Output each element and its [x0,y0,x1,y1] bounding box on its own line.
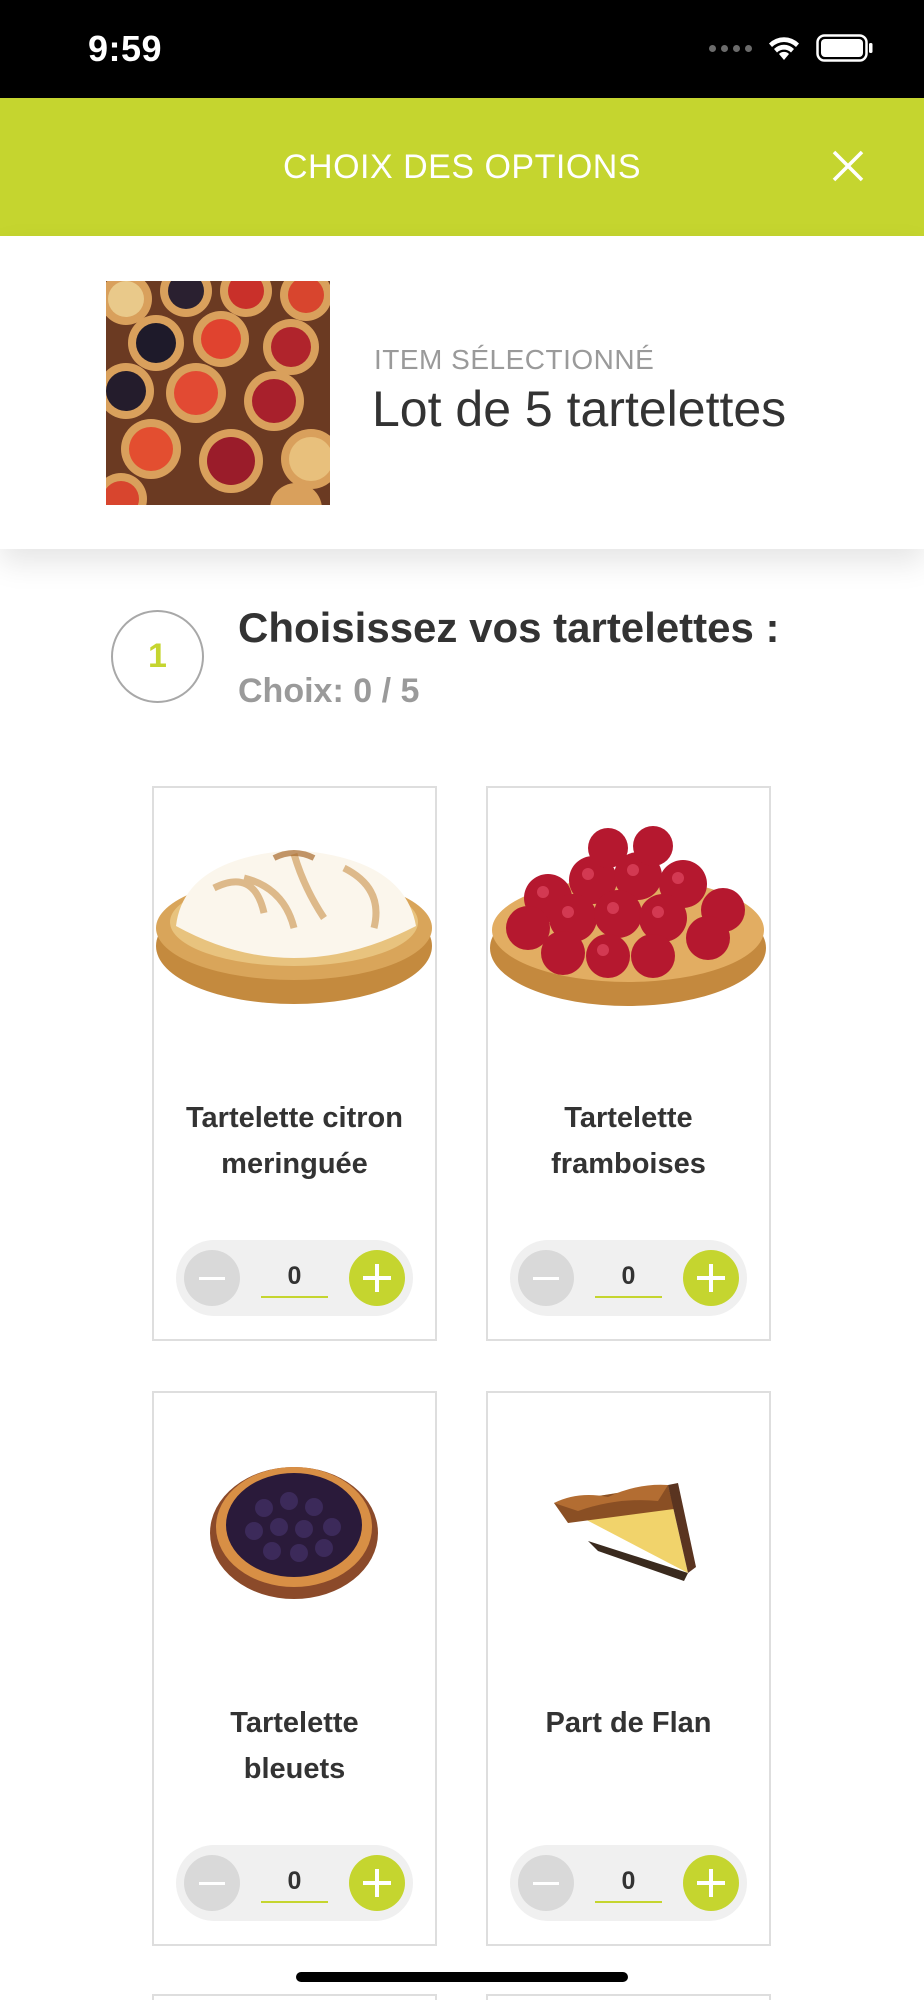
quantity-value[interactable]: 0 [261,1256,328,1298]
product-name: Tartelette citron meringuée [185,1102,403,1180]
quantity-stepper: 0 [176,1240,413,1316]
close-button[interactable] [830,148,866,184]
product-card-bleuets[interactable]: Tartelette bleuets 0 [152,1391,437,1946]
selected-item-name: Lot de 5 tartelettes [372,381,787,437]
product-image-blueberry-tart [154,1423,435,1623]
product-image-raspberry-tart [488,818,769,1018]
header-title: CHOIX DES OPTIONS [283,148,641,186]
quantity-value[interactable]: 0 [261,1861,328,1903]
product-card-partial [486,1994,771,2000]
quantity-stepper: 0 [176,1845,413,1921]
product-card-citron-meringuee[interactable]: Tartelette citron meringuée 0 [152,786,437,1341]
product-image-flan-slice [488,1423,769,1623]
decrement-button[interactable] [184,1250,240,1306]
quantity-stepper: 0 [510,1240,747,1316]
increment-button[interactable] [349,1250,405,1306]
battery-icon [816,34,873,62]
selected-item-card: ITEM SÉLECTIONNÉ Lot de 5 tartelettes [0,236,924,549]
home-indicator[interactable] [296,1972,628,1982]
product-card-framboises[interactable]: Tartelette framboises 0 [486,786,771,1341]
choice-counter: Choix: 0 / 5 [238,672,420,710]
increment-button[interactable] [349,1855,405,1911]
status-bar: 9:59 [0,0,924,98]
product-image-lemon-meringue [154,818,435,1018]
quantity-stepper: 0 [510,1845,747,1921]
quantity-value[interactable]: 0 [595,1256,662,1298]
increment-button[interactable] [683,1250,739,1306]
decrement-button[interactable] [518,1250,574,1306]
wifi-icon [769,37,799,60]
selected-item-caption: ITEM SÉLECTIONNÉ [374,344,655,375]
product-name: Part de Flan [545,1707,712,1739]
options-header: CHOIX DES OPTIONS [0,98,924,236]
step-number-badge: 1 [111,610,204,703]
increment-button[interactable] [683,1855,739,1911]
status-icons [709,34,874,62]
quantity-value[interactable]: 0 [595,1861,662,1903]
selected-item-image [106,281,330,505]
close-icon [832,150,864,182]
product-card-flan[interactable]: Part de Flan 0 [486,1391,771,1946]
product-card-partial [152,1994,437,2000]
status-time: 9:59 [88,28,163,69]
product-name: Tartelette framboises [551,1102,706,1180]
decrement-button[interactable] [184,1855,240,1911]
step-title: Choisissez vos tartelettes : [238,604,780,651]
product-name: Tartelette bleuets [230,1707,359,1785]
cellular-signal-icon [709,44,752,52]
decrement-button[interactable] [518,1855,574,1911]
